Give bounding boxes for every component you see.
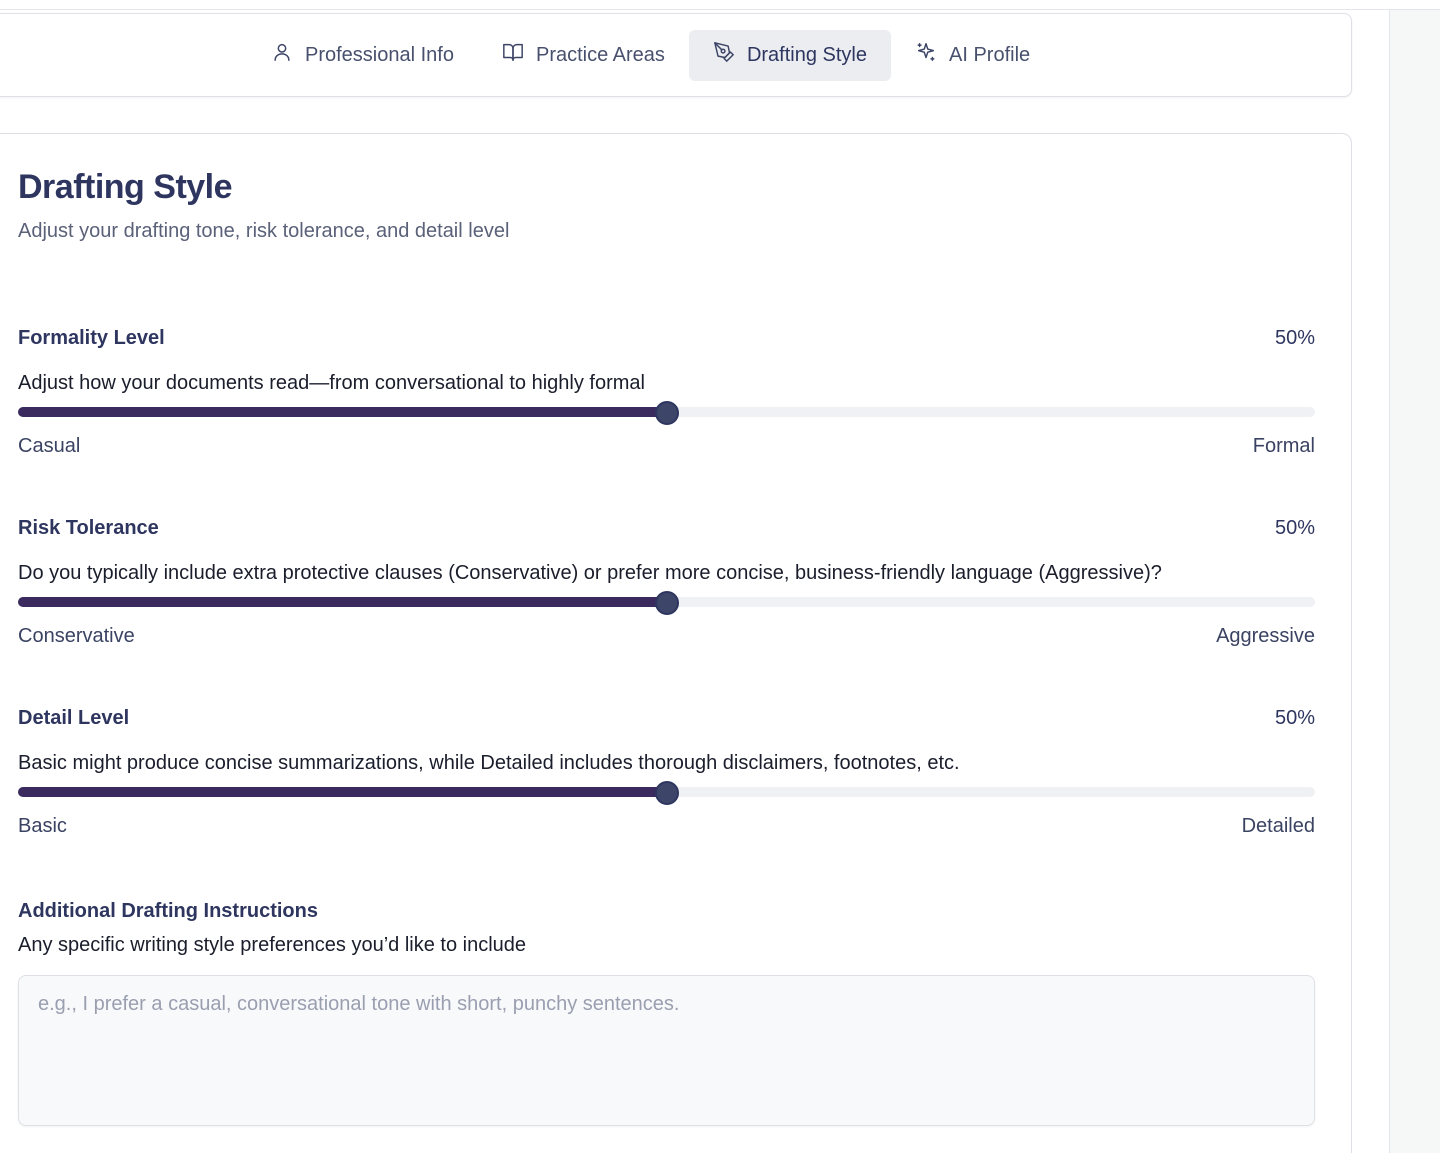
book-open-icon (502, 41, 524, 69)
pen-tool-icon (713, 41, 735, 69)
tab-label: AI Profile (949, 43, 1031, 66)
top-divider (0, 0, 1440, 10)
formality-slider-track[interactable] (18, 401, 1315, 425)
slider-description: Adjust how your documents read—from conv… (18, 372, 645, 394)
formality-slider-thumb[interactable] (654, 401, 679, 425)
slider-max-label: Detailed (1241, 815, 1315, 837)
tab-drafting-style[interactable]: Drafting Style (688, 29, 891, 81)
tab-label: Practice Areas (535, 43, 665, 66)
tab-ai-profile[interactable]: AI Profile (891, 30, 1054, 81)
tab-label: Drafting Style (746, 43, 867, 66)
slider-value: 50% (1274, 517, 1315, 539)
right-side-panel (1389, 10, 1440, 1153)
slider-max-label: Aggressive (1216, 625, 1315, 647)
section-title: Drafting Style (18, 168, 233, 206)
drafting-instructions-textarea[interactable] (18, 975, 1315, 1126)
tab-label: Professional Info (305, 43, 454, 66)
slider-description: Do you typically include extra protectiv… (18, 562, 1162, 584)
slider-min-label: Conservative (18, 625, 135, 647)
slider-fill (18, 787, 667, 797)
risk-tolerance-slider-track[interactable] (18, 591, 1315, 615)
detail-level-slider-track[interactable] (18, 781, 1315, 805)
slider-min-label: Basic (18, 815, 67, 837)
page: Professional Info Practice Areas Draftin… (0, 0, 1440, 1153)
slider-label: Risk Tolerance (18, 517, 159, 539)
slider-value: 50% (1274, 707, 1315, 729)
instructions-label: Additional Drafting Instructions (18, 900, 318, 922)
slider-value: 50% (1274, 327, 1315, 349)
slider-fill (18, 407, 667, 417)
detail-level-slider-thumb[interactable] (654, 781, 679, 805)
tab-practice-areas[interactable]: Practice Areas (478, 30, 689, 81)
slider-fill (18, 597, 667, 607)
tab-professional-info[interactable]: Professional Info (247, 30, 478, 81)
sparkles-icon (915, 41, 937, 69)
slider-min-label: Casual (18, 435, 81, 457)
slider-label: Detail Level (18, 707, 130, 729)
slider-description: Basic might produce concise summarizatio… (18, 752, 960, 774)
user-icon (271, 41, 293, 69)
slider-max-label: Formal (1252, 435, 1315, 457)
instructions-description: Any specific writing style preferences y… (18, 934, 527, 956)
risk-tolerance-slider-thumb[interactable] (654, 591, 679, 615)
slider-label: Formality Level (18, 327, 165, 349)
profile-tabs: Professional Info Practice Areas Draftin… (247, 29, 1054, 81)
section-subtitle: Adjust your drafting tone, risk toleranc… (18, 220, 510, 242)
